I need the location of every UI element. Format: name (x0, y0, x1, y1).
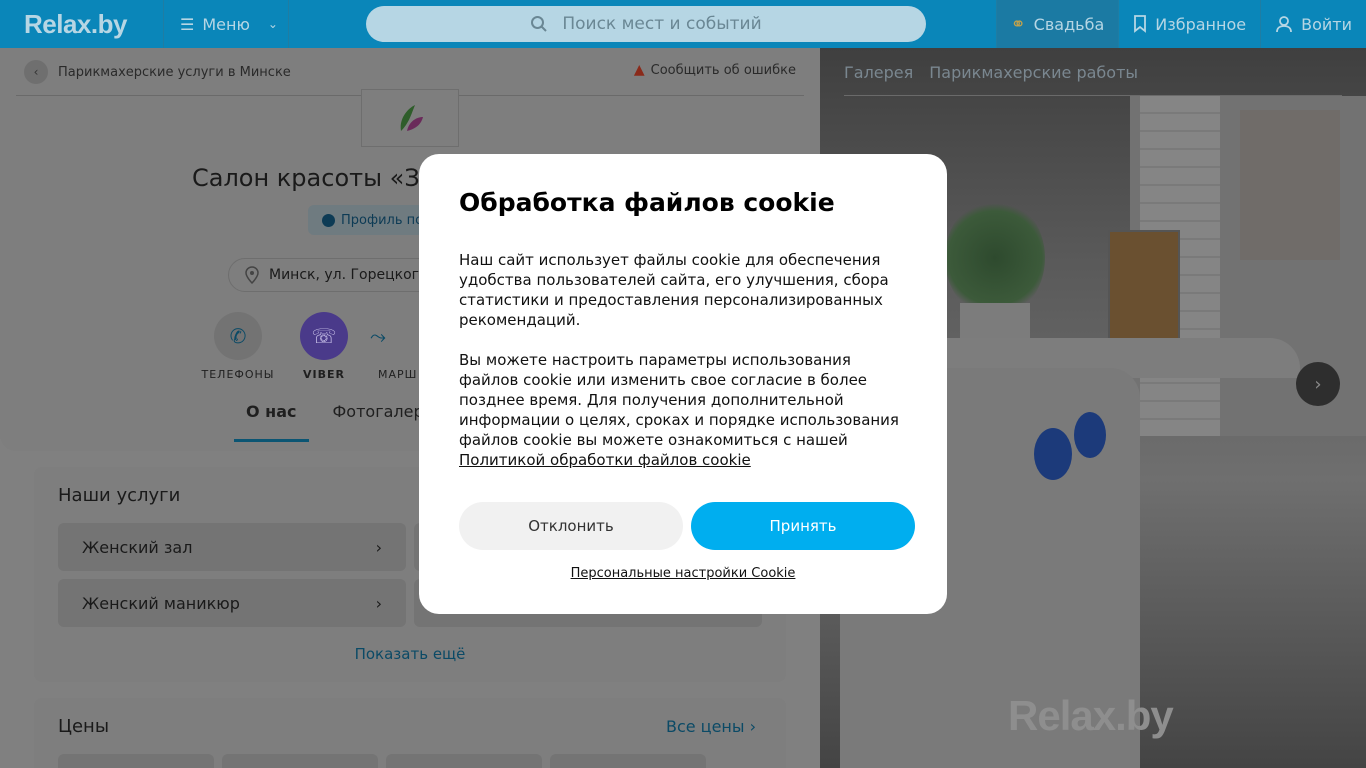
cookie-paragraph: Вы можете настроить параметры использова… (459, 351, 899, 449)
breadcrumb[interactable]: ‹ Парикмахерские услуги в Минске (24, 60, 291, 84)
verified-badge: Профиль по (308, 205, 438, 235)
site-logo-text: Relax.by (24, 8, 127, 39)
phone-icon: ✆ (214, 312, 262, 360)
service-item[interactable]: Женский зал › (58, 523, 406, 571)
salon-title: Салон красоты «З (192, 164, 420, 192)
cookie-dialog-body: Наш сайт использует файлы cookie для обе… (459, 250, 909, 470)
all-prices-link[interactable]: Все цены › (666, 717, 756, 736)
menu-label: Меню (202, 14, 250, 34)
chevron-down-icon: ⌄ (267, 17, 278, 31)
services-title: Наши услуги (58, 485, 181, 506)
favorites-label: Избранное (1155, 14, 1247, 34)
menu-button[interactable]: ☰ Меню ⌄ (163, 0, 289, 48)
chevron-right-icon: › (1314, 373, 1322, 395)
personal-cookie-settings-link[interactable]: Персональные настройки Cookie (419, 566, 947, 581)
address-text: Минск, ул. Горецкого (269, 267, 428, 283)
cookie-policy-link[interactable]: Политикой обработки файлов cookie (459, 451, 751, 469)
check-circle-icon (322, 213, 335, 227)
tab-about[interactable]: О нас (234, 402, 309, 442)
gallery-tab[interactable]: Галерея (844, 63, 913, 82)
price-tab[interactable] (550, 754, 706, 768)
search-placeholder: Поиск мест и событий (562, 14, 762, 34)
service-label: Женский маникюр (82, 593, 240, 613)
warning-icon: ▲ (633, 62, 645, 78)
viber-button[interactable]: ☏ VIBER (284, 312, 364, 381)
report-error-link[interactable]: ▲ Сообщить об ошибке (634, 62, 796, 78)
watermark: Relax.by (1008, 692, 1174, 739)
location-pin-icon (245, 266, 259, 284)
leaf-logo-icon (400, 105, 423, 131)
chevron-right-icon: › (375, 537, 382, 557)
salon-logo (361, 89, 459, 147)
viber-icon: ☏ (300, 312, 348, 360)
service-item[interactable]: Женский маникюр › (58, 579, 406, 627)
price-tab[interactable] (58, 754, 214, 768)
divider (844, 95, 1342, 96)
phones-button[interactable]: ✆ ТЕЛЕФОНЫ (198, 312, 278, 381)
service-label: Женский зал (82, 537, 193, 557)
photo-wall-picture (1240, 110, 1340, 260)
gallery-next-button[interactable]: › (1296, 362, 1340, 406)
search-input[interactable]: Поиск мест и событий (366, 6, 926, 42)
cookie-dialog-title: Обработка файлов cookie (459, 188, 835, 217)
show-more-link[interactable]: Показать ещё (34, 645, 786, 663)
all-prices-label: Все цены (665, 717, 745, 736)
photo-sticker (1034, 428, 1072, 480)
login-label: Войти (1301, 14, 1352, 34)
report-error-label: Сообщить об ошибке (650, 62, 796, 78)
breadcrumb-link[interactable]: Парикмахерские услуги в Минске (58, 65, 291, 80)
photo-plant (945, 198, 1045, 318)
gallery-tab[interactable]: Парикмахерские работы (929, 63, 1138, 82)
prices-title: Цены (58, 716, 110, 737)
accept-button[interactable]: Принять (691, 502, 915, 550)
wedding-label: Свадьба (1033, 14, 1105, 34)
top-navigation-bar: Relax.by ☰ Меню ⌄ Поиск мест и событий ⚭… (0, 0, 1366, 48)
search-icon (531, 16, 548, 32)
bookmark-icon (1134, 15, 1147, 33)
rings-icon: ⚭ (1010, 13, 1026, 35)
verified-label: Профиль по (341, 212, 424, 228)
hamburger-icon: ☰ (180, 14, 195, 34)
chevron-right-icon: › (749, 717, 756, 736)
phones-label: ТЕЛЕФОНЫ (201, 368, 275, 381)
gallery-tabs: Галерея Парикмахерские работы (844, 63, 1138, 82)
price-tab[interactable] (386, 754, 542, 768)
photo-sticker (1074, 412, 1106, 458)
prices-section: Цены Все цены › (34, 698, 786, 768)
back-arrow-icon[interactable]: ‹ (24, 60, 48, 84)
price-tab[interactable] (222, 754, 378, 768)
route-button[interactable]: ⤳ МАРШ (370, 312, 420, 381)
viber-label: VIBER (303, 368, 345, 381)
wedding-link[interactable]: ⚭ Свадьба (995, 0, 1119, 48)
route-label: МАРШ (378, 368, 418, 381)
login-link[interactable]: Войти (1260, 0, 1366, 48)
decline-button[interactable]: Отклонить (459, 502, 683, 550)
photo-calendar (1108, 230, 1180, 340)
route-icon: ⤳ (370, 324, 386, 348)
chevron-right-icon: › (375, 593, 382, 613)
favorites-link[interactable]: Избранное (1118, 0, 1260, 48)
site-logo[interactable]: Relax.by (0, 0, 163, 48)
user-icon (1276, 16, 1293, 33)
cookie-consent-dialog: Обработка файлов cookie Наш сайт использ… (419, 154, 947, 614)
cookie-paragraph: Наш сайт использует файлы cookie для обе… (459, 251, 889, 329)
